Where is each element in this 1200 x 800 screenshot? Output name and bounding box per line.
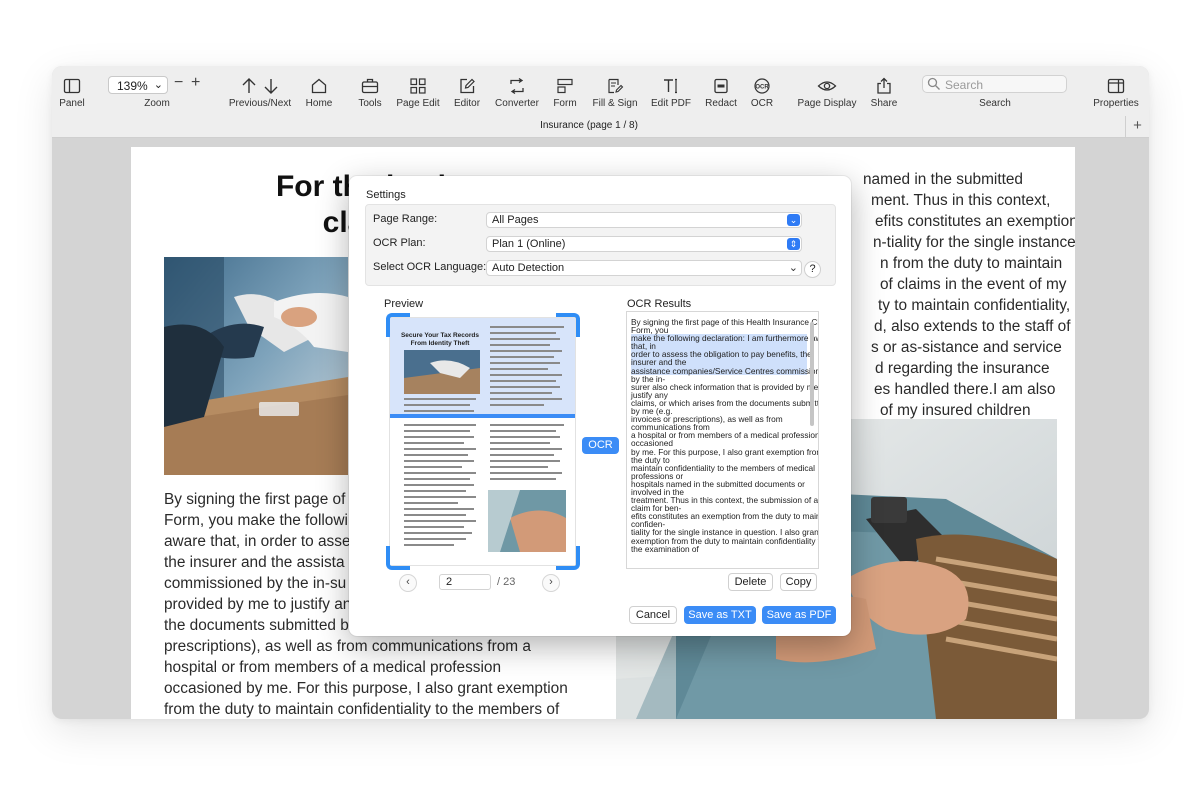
page-number-value: 2 [446,576,453,588]
left-line-8: prescriptions), as well as from communic… [164,638,531,655]
ocr-results-label: OCR Results [627,298,692,310]
properties-icon [1107,78,1125,94]
tools-button[interactable]: Tools [355,66,385,116]
ocr-label: OCR [750,98,774,109]
convert-icon [510,77,524,95]
preview-title-line2: From Identity Theft [410,340,470,347]
zoom-in-button[interactable]: + [191,74,200,92]
grid-icon [410,78,426,94]
text-cursor-icon [664,78,677,94]
share-button[interactable]: Share [869,66,899,116]
page-total: / 23 [497,576,516,588]
copy-button[interactable]: Copy [780,573,817,591]
properties-label: Properties [1093,98,1139,109]
ocr-plan-label: OCR Plan: [373,237,426,249]
form-button[interactable]: Form [550,66,580,116]
page-display-button[interactable]: Page Display [798,66,856,116]
converter-button[interactable]: Converter [495,66,539,116]
crop-handle-top-right[interactable] [556,313,580,337]
page-range-value: All Pages [492,214,539,226]
svg-text:OCR: OCR [755,85,769,91]
eye-icon [817,81,837,91]
search-group: Search [979,66,1011,116]
results-scrollbar[interactable] [810,322,814,426]
ocr-plan-value: Plan 1 (Online) [492,238,566,250]
home-icon [311,78,327,94]
form-icon [557,78,573,94]
preview-thumbnail[interactable]: Secure Your Tax Records From Identity Th… [389,317,576,566]
page-range-label: Page Range: [373,213,438,225]
fill-sign-button[interactable]: Fill & Sign [592,66,638,116]
save-as-pdf-button[interactable]: Save as PDF [762,606,836,624]
handshake-photo [164,257,348,475]
arrow-up-icon[interactable] [237,76,283,96]
left-line-11: from the duty to maintain confidentialit… [164,701,560,718]
panel-label: Panel [59,98,85,109]
ocr-icon: OCR [754,78,770,94]
ocr-results-text: By signing the first page of this Health… [631,318,819,554]
toolbar: Panel 139% ⌄ − + Zoom Previous/Next Home… [52,66,1149,116]
prev-page-button[interactable]: ‹ [399,574,417,592]
edit-icon [460,78,475,94]
chevron-down-icon: ⌄ [788,262,798,274]
ocr-dialog: Settings Page Range: All Pages ⌄ OCR Pla… [349,176,851,636]
zoom-label: Zoom [144,98,170,109]
crop-handle-bottom-right[interactable] [556,546,580,570]
document-tab-bar: Insurance (page 1 / 8) + [52,116,1149,138]
search-placeholder: Search [945,78,984,92]
chevron-down-icon: ⌄ [787,214,800,226]
panel-button[interactable]: Panel [52,66,92,116]
save-as-txt-button[interactable]: Save as TXT [684,606,756,624]
chevron-updown-icon: ⇕ [787,238,800,250]
sign-icon [608,78,624,94]
prev-next-group: Previous/Next [229,66,291,116]
home-button[interactable]: Home [304,66,334,116]
search-label: Search [979,98,1011,109]
ocr-result-line: make the following declaration: I am fur… [631,333,819,344]
ocr-language-select[interactable]: Auto Detection ⌄ [486,260,802,276]
share-label: Share [870,98,898,109]
page-edit-button[interactable]: Page Edit [396,66,440,116]
ocr-result-line: the examination of [631,543,699,554]
left-line-9: hospital or from members of a medical pr… [164,659,502,676]
page-range-select[interactable]: All Pages ⌄ [486,212,802,228]
help-button[interactable]: ? [804,261,821,278]
page-number-input[interactable]: 2 [439,574,491,590]
delete-button[interactable]: Delete [728,573,773,591]
settings-title: Settings [366,189,406,201]
ocr-run-button[interactable]: OCR [582,437,619,454]
search-icon [927,77,941,94]
redact-icon [714,78,728,94]
preview-label: Preview [384,298,424,310]
crop-handle-top-left[interactable] [386,313,410,337]
share-icon [877,77,891,94]
ocr-language-value: Auto Detection [492,262,565,274]
document-tab[interactable]: Insurance (page 1 / 8) [52,120,1126,131]
ocr-results-textarea[interactable]: By signing the first page of this Health… [626,311,819,569]
toolbox-icon [361,78,379,94]
zoom-group: Zoom [137,66,177,116]
left-line-10: occasioned by me. For this purpose, I al… [164,680,568,697]
editor-button[interactable]: Editor [452,66,482,116]
preview-page-graphic [390,318,575,552]
panel-icon [63,78,81,94]
cancel-button[interactable]: Cancel [629,606,677,624]
edit-pdf-button[interactable]: Edit PDF [651,66,691,116]
ocr-plan-select[interactable]: Plan 1 (Online) ⇕ [486,236,802,252]
ocr-language-label: Select OCR Language: [373,261,487,273]
ocr-toolbar-button[interactable]: OCR OCR [747,66,777,116]
properties-button[interactable]: Properties [1093,66,1139,116]
next-page-button[interactable]: › [542,574,560,592]
new-tab-button[interactable]: + [1125,116,1149,137]
crop-handle-bottom-left[interactable] [386,546,410,570]
